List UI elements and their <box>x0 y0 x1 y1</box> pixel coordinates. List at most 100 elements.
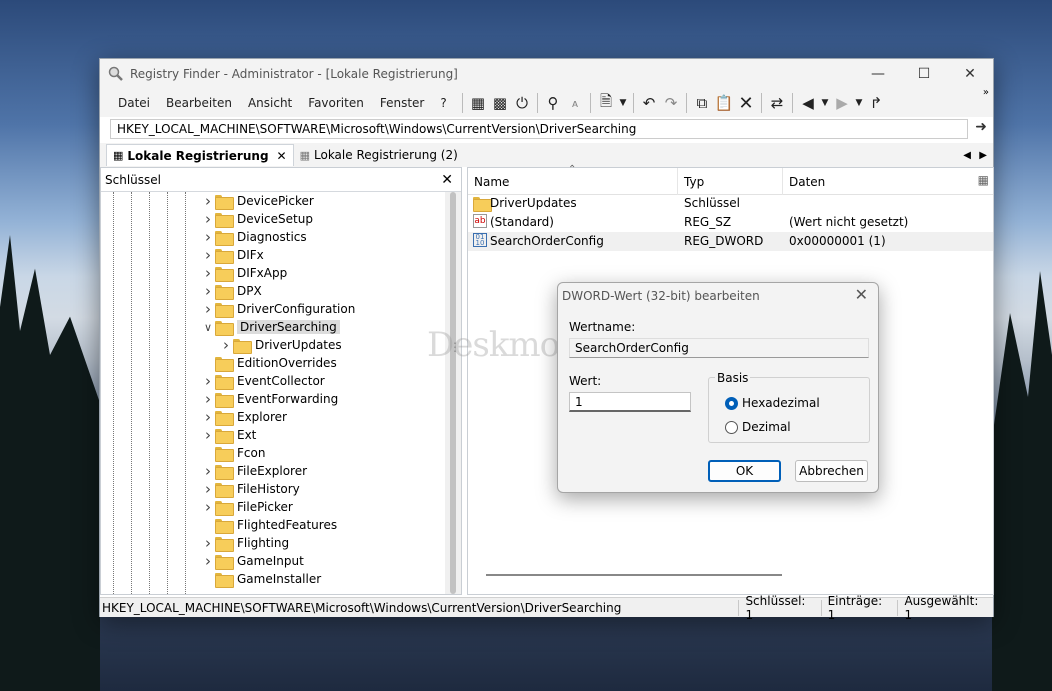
tree-item[interactable]: ∨ DriverSearching <box>201 318 340 336</box>
folder-icon <box>473 197 492 212</box>
menu-fenster[interactable]: Fenster <box>372 96 433 110</box>
tree-item[interactable]: › FileExplorer <box>201 462 307 480</box>
chevron-right-icon[interactable]: › <box>201 480 215 498</box>
value-data-input[interactable]: 1 <box>569 392 691 412</box>
tab-scroll-right-icon[interactable]: ▶ <box>979 150 987 161</box>
chevron-right-icon[interactable]: › <box>201 534 215 552</box>
tree-item[interactable]: › DriverConfiguration <box>201 300 355 318</box>
tab-close-icon[interactable]: ✕ <box>277 149 287 163</box>
tree-item[interactable]: › DIFx <box>201 246 264 264</box>
menu-help[interactable]: ? <box>432 96 454 110</box>
tree-item[interactable]: › DeviceSetup <box>201 210 313 228</box>
chevron-down-icon[interactable]: ▼ <box>853 92 865 114</box>
go-arrow-icon[interactable]: ➜ <box>975 119 987 135</box>
tree-item[interactable]: › Ext <box>201 426 256 444</box>
toolbar-overflow-icon[interactable]: » <box>983 87 989 98</box>
menu-favoriten[interactable]: Favoriten <box>300 96 372 110</box>
chevron-down-icon[interactable]: ▼ <box>617 92 629 114</box>
tab-scroll-left-icon[interactable]: ◀ <box>963 150 971 161</box>
chevron-right-icon[interactable]: › <box>201 192 215 210</box>
tree-item[interactable]: GameInstaller <box>201 570 321 588</box>
back-icon[interactable]: ◀ <box>797 92 819 114</box>
delete-icon[interactable]: ✕ <box>735 92 757 114</box>
chevron-right-icon[interactable]: › <box>201 462 215 480</box>
tree-item[interactable]: › DriverUpdates <box>219 336 342 354</box>
tree-item[interactable]: › DevicePicker <box>201 192 314 210</box>
tree-item[interactable]: EditionOverrides <box>201 354 337 372</box>
dec-radio[interactable]: Dezimal <box>725 420 791 434</box>
menu-bearbeiten[interactable]: Bearbeiten <box>158 96 240 110</box>
forward-icon[interactable]: ▶ <box>831 92 853 114</box>
tree-item[interactable]: › FileHistory <box>201 480 300 498</box>
tree-item[interactable]: › GameInput <box>201 552 304 570</box>
tree-item[interactable]: › EventCollector <box>201 372 325 390</box>
up-icon[interactable]: ↱ <box>865 92 887 114</box>
tree-item[interactable]: › FilePicker <box>201 498 293 516</box>
chevron-right-icon[interactable]: › <box>201 552 215 570</box>
row-name: DriverUpdates <box>490 196 577 210</box>
address-input[interactable]: HKEY_LOCAL_MACHINE\SOFTWARE\Microsoft\Wi… <box>110 119 968 139</box>
search-icon[interactable]: ⚲ <box>542 92 564 114</box>
chevron-right-icon[interactable]: › <box>201 210 215 228</box>
tab-lokale-registrierung[interactable]: ▦ Lokale Registrierung ✕ <box>106 144 294 166</box>
replace-icon[interactable]: ᴀ <box>564 92 586 114</box>
paste-icon[interactable]: 📋 <box>713 92 735 114</box>
table-row[interactable]: DriverUpdates Schlüssel <box>468 194 993 213</box>
chevron-right-icon[interactable]: › <box>219 336 233 354</box>
background-trees-right <box>992 271 1052 691</box>
column-chooser-icon[interactable]: ▦ <box>978 173 989 187</box>
tree-item[interactable]: › DPX <box>201 282 262 300</box>
chevron-right-icon[interactable]: › <box>201 246 215 264</box>
network-icon[interactable]: ▩ <box>489 92 511 114</box>
tree-scrollbar[interactable] <box>445 192 461 594</box>
toolbar: ▦ ▩ ⏻ ⚲ ᴀ 🗎 ▼ ↶ ↷ ⧉ 📋 ✕ ⇄ ◀ ▼ ▶ ▼ ↱ <box>458 91 887 115</box>
chevron-right-icon[interactable]: › <box>201 228 215 246</box>
new-item-icon[interactable]: 🗎 <box>595 92 617 114</box>
chevron-down-icon[interactable]: ∨ <box>201 321 215 334</box>
tree-item[interactable]: FlightedFeatures <box>201 516 337 534</box>
tree-item[interactable]: › Flighting <box>201 534 289 552</box>
table-row[interactable]: 01 10 SearchOrderConfig REG_DWORD 0x00000… <box>468 232 993 251</box>
grid-icon[interactable]: ▦ <box>467 92 489 114</box>
menu-datei[interactable]: Datei <box>110 96 158 110</box>
chevron-right-icon[interactable]: › <box>201 390 215 408</box>
dialog-close-icon[interactable]: ✕ <box>855 285 868 304</box>
chevron-right-icon[interactable]: › <box>201 372 215 390</box>
chevron-right-icon[interactable]: › <box>201 498 215 516</box>
status-bar: HKEY_LOCAL_MACHINE\SOFTWARE\Microsoft\Wi… <box>100 594 993 622</box>
column-type[interactable]: Typ <box>678 168 783 195</box>
column-data[interactable]: Daten <box>783 168 963 195</box>
minimize-button[interactable]: — <box>855 59 901 89</box>
ok-button[interactable]: OK <box>708 460 781 482</box>
chevron-right-icon[interactable]: › <box>201 300 215 318</box>
power-icon[interactable]: ⏻ <box>511 92 533 114</box>
maximize-button[interactable]: ☐ <box>901 59 947 89</box>
chevron-down-icon[interactable]: ▼ <box>819 92 831 114</box>
tree-item[interactable]: › DIFxApp <box>201 264 287 282</box>
horizontal-scrollbar[interactable] <box>486 574 782 576</box>
chevron-right-icon[interactable]: › <box>201 426 215 444</box>
undo-icon[interactable]: ↶ <box>638 92 660 114</box>
row-type: Schlüssel <box>684 196 740 210</box>
cancel-button[interactable]: Abbrechen <box>795 460 868 482</box>
redo-icon[interactable]: ↷ <box>660 92 682 114</box>
tree-item[interactable]: › EventForwarding <box>201 390 338 408</box>
chevron-right-icon[interactable]: › <box>201 264 215 282</box>
radio-icon <box>725 420 738 434</box>
folder-icon <box>215 500 234 516</box>
close-button[interactable]: ✕ <box>947 59 993 89</box>
values-header: Name ⌃ Typ Daten ▦ <box>468 164 993 195</box>
close-icon[interactable]: ✕ <box>441 172 453 188</box>
menu-ansicht[interactable]: Ansicht <box>240 96 300 110</box>
table-row[interactable]: ab (Standard) REG_SZ (Wert nicht gesetzt… <box>468 213 993 232</box>
tree-item[interactable]: Fcon <box>201 444 265 462</box>
chevron-right-icon[interactable]: › <box>201 408 215 426</box>
refresh-icon[interactable]: ⇄ <box>766 92 788 114</box>
tab-lokale-registrierung-2[interactable]: ▦ Lokale Registrierung (2) <box>294 144 464 166</box>
tree-item[interactable]: › Explorer <box>201 408 287 426</box>
hex-radio[interactable]: Hexadezimal <box>725 396 820 410</box>
splitter-handle[interactable]: ⋮ <box>449 340 461 354</box>
chevron-right-icon[interactable]: › <box>201 282 215 300</box>
tree-item[interactable]: › Diagnostics <box>201 228 307 246</box>
copy-icon[interactable]: ⧉ <box>691 92 713 114</box>
